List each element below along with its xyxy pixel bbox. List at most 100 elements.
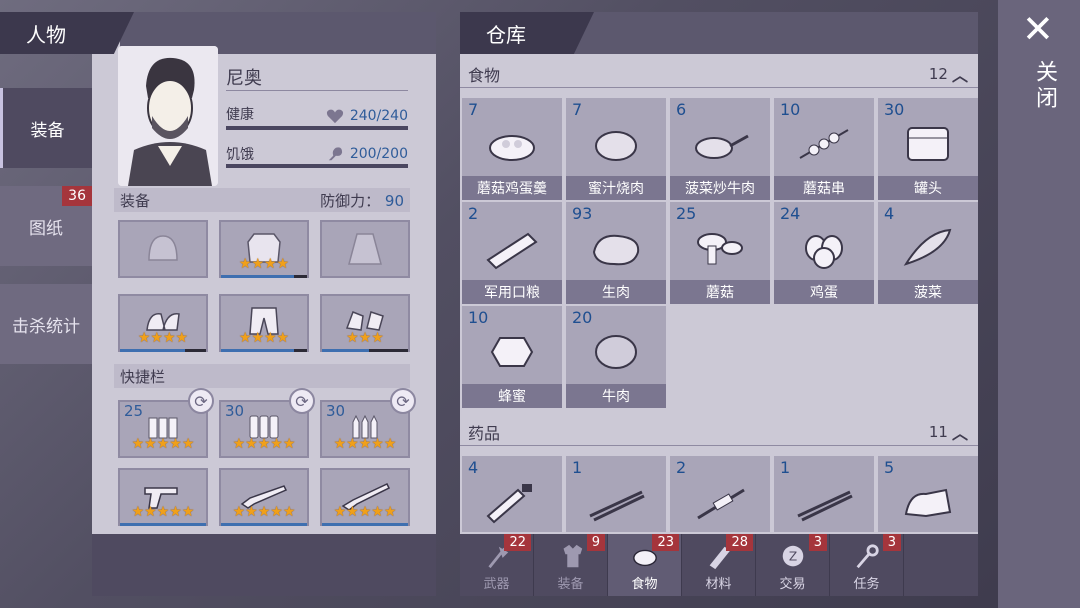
equip-slot-shoes[interactable]: ★★★ [320, 294, 410, 352]
blueprints-badge: 36 [62, 186, 92, 206]
honeycomb-icon [480, 326, 544, 378]
item-count: 4 [884, 204, 895, 223]
swap-icon[interactable]: ⟳ [289, 388, 315, 414]
food-item[interactable]: 7 蘑菇鸡蛋羹 [462, 98, 562, 200]
star-rating: ★★★★★ [131, 504, 195, 520]
item-name: 菠菜炒牛肉 [670, 176, 770, 200]
hunger-value: 200/200 [349, 146, 408, 162]
food-item[interactable]: 4 菠菜 [878, 202, 978, 304]
item-name: 蜜汁烧肉 [566, 176, 666, 200]
food-item[interactable]: 93 生肉 [566, 202, 666, 304]
close-icon[interactable]: ✕ [1022, 10, 1054, 48]
tab-equipment-label: 装备 [30, 120, 65, 141]
category-tab[interactable]: 3 Z 交易 [756, 534, 830, 596]
tab-label: 材料 [705, 577, 732, 592]
category-tab[interactable]: 23 食物 [608, 534, 682, 596]
star-rating: ★★★★★ [232, 436, 296, 452]
inventory-category-tabs: 22 武器 9 装备 23 食物 28 材料 3 Z 交易 3 任务 [460, 534, 978, 596]
tab-kill-stats[interactable]: 击杀统计 [0, 284, 92, 364]
svg-text:Z: Z [788, 550, 796, 564]
star-rating: ★★★★ [137, 330, 189, 346]
durability-bar [221, 275, 307, 278]
equipment-label: 装备 [120, 191, 151, 210]
close-label: 关闭 [1032, 60, 1057, 112]
medicine-item[interactable]: 2 [670, 456, 770, 532]
medicine-item[interactable]: 5 [878, 456, 978, 532]
tab-badge: 9 [586, 534, 605, 551]
equip-slot-head[interactable] [118, 220, 208, 278]
character-header: 人物 [0, 12, 436, 54]
medicine-category-row[interactable]: 药品 11 ︿ [460, 418, 978, 446]
category-tab[interactable]: 9 装备 [534, 534, 608, 596]
food-item[interactable]: 10 蜂蜜 [462, 306, 562, 408]
food-item[interactable]: 24 鸡蛋 [774, 202, 874, 304]
tab-equipment[interactable]: 装备 [0, 88, 92, 168]
star-rating: ★★★★ [238, 256, 290, 272]
star-rating: ★★★★★ [333, 436, 397, 452]
quick-slot-weapon-2[interactable]: ★★★★★ [219, 468, 309, 526]
chevron-up-icon[interactable]: ︿ [952, 62, 968, 86]
character-portrait [118, 46, 218, 186]
defense-value: 90 [384, 191, 404, 210]
health-label: 健康 [226, 107, 254, 123]
warehouse-panel: 仓库 食物 12 ︿ 7 蘑菇鸡蛋羹 7 蜜汁烧肉 6 菠菜炒牛肉 10 蘑菇串 30 罐头 2 军用口… [460, 12, 978, 596]
item-count: 2 [468, 204, 479, 223]
food-item[interactable]: 30 罐头 [878, 98, 978, 200]
tab-badge: 28 [726, 534, 753, 551]
durability-bar [120, 523, 206, 526]
left-tab-bar: 装备 图纸 36 击杀统计 [0, 52, 92, 608]
category-tab[interactable]: 28 材料 [682, 534, 756, 596]
chevron-up-icon[interactable]: ︿ [952, 420, 968, 444]
skewer-icon [792, 118, 856, 170]
tab-label: 交易 [779, 577, 806, 592]
item-name: 蘑菇 [670, 280, 770, 304]
medicine-item[interactable]: 1 [566, 456, 666, 532]
durability-bar [221, 523, 307, 526]
spinach-icon [896, 222, 960, 274]
item-count: 1 [780, 458, 791, 477]
item-count: 20 [572, 308, 593, 327]
food-item[interactable]: 2 军用口粮 [462, 202, 562, 304]
food-item[interactable]: 25 蘑菇 [670, 202, 770, 304]
food-item[interactable]: 7 蜜汁烧肉 [566, 98, 666, 200]
medicine-item[interactable]: 4 [462, 456, 562, 532]
tab-kill-stats-label: 击杀统计 [12, 316, 80, 337]
food-item[interactable]: 6 菠菜炒牛肉 [670, 98, 770, 200]
item-count: 6 [676, 100, 687, 119]
item-count: 7 [572, 100, 583, 119]
food-item[interactable]: 20 牛肉 [566, 306, 666, 408]
category-tab[interactable]: 3 任务 [830, 534, 904, 596]
character-footer [92, 534, 436, 596]
equip-slot-pants[interactable]: ★★★★ [219, 294, 309, 352]
item-count: 93 [572, 204, 593, 223]
beef-icon [584, 326, 648, 378]
close-sidebar[interactable]: ✕ 关闭 [998, 0, 1080, 608]
character-title: 人物 [0, 12, 134, 54]
swap-icon[interactable]: ⟳ [390, 388, 416, 414]
food-item[interactable]: 10 蘑菇串 [774, 98, 874, 200]
equip-slot-gloves[interactable]: ★★★★ [118, 294, 208, 352]
equip-slot-body[interactable]: ★★★★ [219, 220, 309, 278]
category-tab[interactable]: 22 武器 [460, 534, 534, 596]
warehouse-header: 仓库 [460, 12, 978, 54]
swap-icon[interactable]: ⟳ [188, 388, 214, 414]
medicine-category-label: 药品 [468, 423, 501, 443]
item-count: 25 [676, 204, 697, 223]
mushroom-icon [688, 222, 752, 274]
medicine-item[interactable]: 1 [774, 456, 874, 532]
food-category-row[interactable]: 食物 12 ︿ [460, 60, 978, 88]
tab-blueprints[interactable]: 图纸 36 [0, 186, 92, 266]
hunger-value-group: 200/200 [326, 146, 408, 162]
item-name: 牛肉 [566, 384, 666, 408]
quick-slot-weapon-3[interactable]: ★★★★★ [320, 468, 410, 526]
item-count: 10 [468, 308, 489, 327]
tab-label: 装备 [557, 577, 584, 592]
equip-slot-coat[interactable] [320, 220, 410, 278]
tab-badge: 23 [652, 534, 679, 551]
quick-slot-weapon-1[interactable]: ★★★★★ [118, 468, 208, 526]
glazed-meat-icon [584, 118, 648, 170]
item-count: 7 [468, 100, 479, 119]
tab-badge: 3 [882, 534, 901, 551]
key-icon [856, 544, 879, 569]
item-count: 10 [780, 100, 801, 119]
